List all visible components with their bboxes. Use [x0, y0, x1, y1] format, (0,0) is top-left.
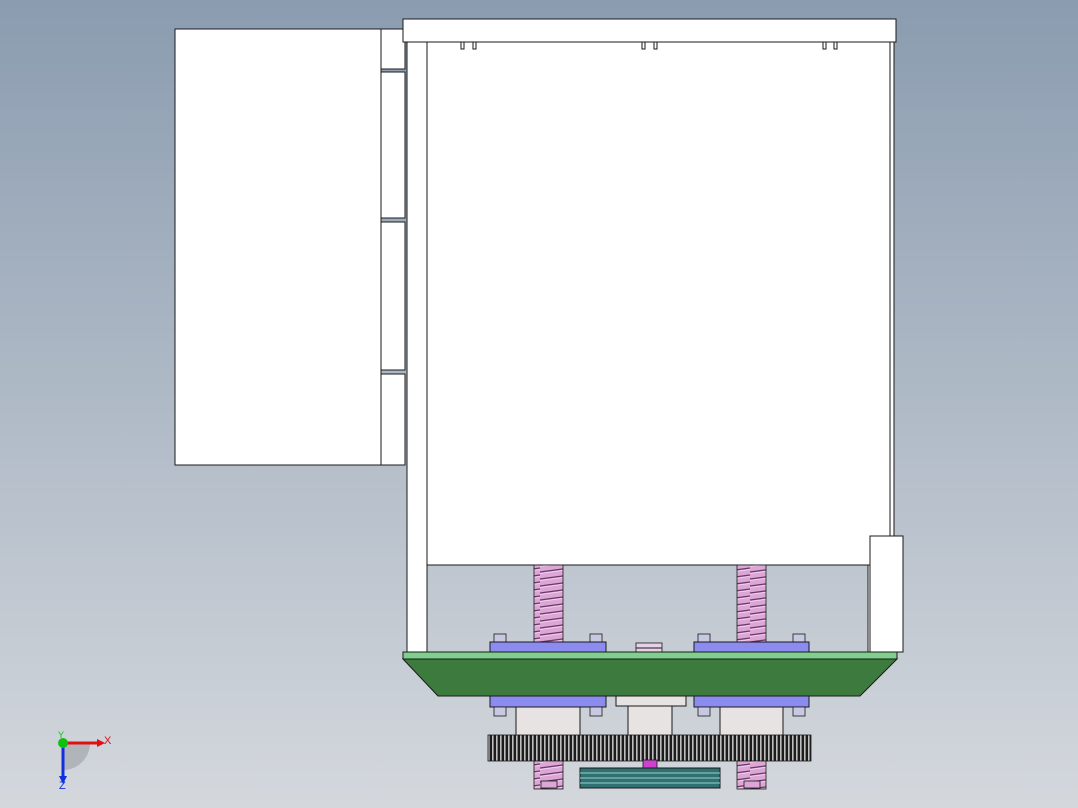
model-view[interactable]: X Y Z [0, 0, 1078, 808]
side-panel-strip-2 [380, 71, 406, 219]
lead-screw-right[interactable] [736, 564, 767, 644]
housing-left-rail [406, 41, 428, 653]
axis-z-label: Z [59, 780, 66, 792]
side-panel-strip-1 [380, 28, 406, 70]
base-plate-top [402, 651, 898, 660]
lead-screw-left[interactable] [533, 564, 564, 644]
bearing-hub-left[interactable] [515, 706, 581, 737]
center-motor-flange [615, 695, 687, 707]
cad-viewport[interactable]: X Y Z [0, 0, 1078, 808]
clamp-block-right-lower[interactable] [693, 695, 810, 708]
clamp-block-left-lower[interactable] [489, 695, 607, 708]
axis-y-label: Y [58, 730, 64, 740]
pulley[interactable] [579, 767, 721, 789]
housing-top-cap [402, 18, 897, 43]
main-housing[interactable] [402, 18, 904, 653]
clamp-block-right-upper[interactable] [693, 641, 810, 654]
center-motor-body[interactable] [627, 705, 673, 737]
housing-front-panel [426, 41, 891, 566]
screw-cap-left [540, 780, 558, 789]
base-plate[interactable] [401, 658, 899, 697]
drive-gear[interactable] [487, 734, 812, 762]
housing-right-edge [889, 41, 895, 566]
bearing-hub-right[interactable] [719, 706, 784, 737]
screw-cap-right [743, 780, 761, 789]
housing-right-bracket [869, 535, 904, 653]
center-shaft [642, 759, 658, 769]
clamp-block-left-upper[interactable] [489, 641, 607, 654]
side-panel-strip-4 [380, 373, 406, 466]
side-enclosure[interactable] [174, 28, 406, 466]
axis-x-label: X [104, 735, 112, 747]
side-panel-strip-3 [380, 221, 406, 371]
side-panel-face [174, 28, 382, 466]
